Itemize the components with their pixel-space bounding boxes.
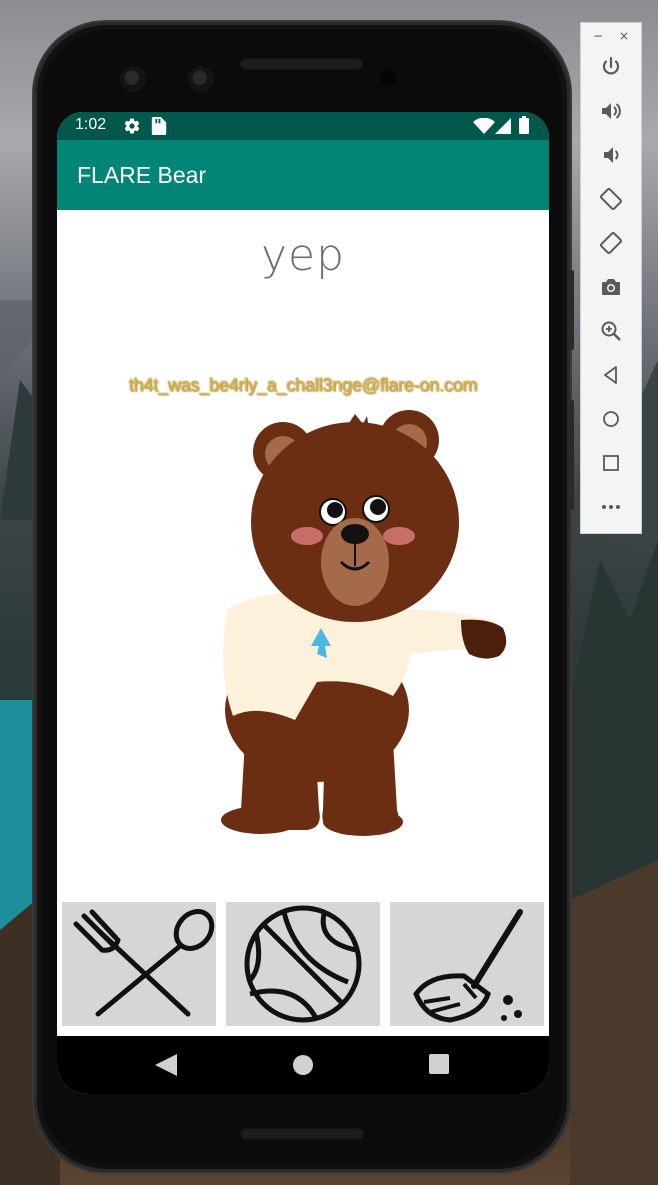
volume-up-icon[interactable]: [599, 99, 623, 123]
phone-screen: 1:02 FLARE Bear yep th4t_was_be4rly_a_ch…: [57, 112, 549, 1094]
sd-card-icon: [151, 117, 167, 135]
settings-gear-icon: [124, 118, 140, 134]
earpiece-speaker: [240, 58, 364, 70]
clean-button[interactable]: [390, 902, 544, 1026]
emulator-toolbar: − ×: [580, 22, 642, 534]
status-time: 1:02: [75, 116, 107, 133]
proximity-sensor: [380, 70, 396, 86]
navigation-bar: [57, 1036, 549, 1094]
nav-overview-icon[interactable]: [429, 1054, 449, 1074]
rotate-right-icon[interactable]: [599, 231, 623, 255]
flag-text: th4t_was_be4rly_a_chall3nge@flare-on.com: [128, 375, 478, 395]
front-camera-right: [188, 66, 214, 92]
back-icon[interactable]: [599, 363, 623, 387]
camera-icon[interactable]: [599, 275, 623, 299]
feed-button[interactable]: [62, 902, 216, 1026]
play-button[interactable]: [226, 902, 380, 1026]
power-side-button: [570, 270, 574, 350]
overview-icon[interactable]: [599, 451, 623, 475]
rotate-left-icon[interactable]: [599, 187, 623, 211]
action-buttons: [57, 900, 549, 1030]
minimize-button[interactable]: −: [593, 29, 603, 43]
nav-home-icon[interactable]: [292, 1054, 314, 1076]
zoom-icon[interactable]: [599, 319, 623, 343]
bear-illustration[interactable]: [197, 410, 507, 840]
home-icon[interactable]: [599, 407, 623, 431]
close-window-button[interactable]: ×: [619, 29, 629, 43]
wifi-icon: [473, 118, 495, 134]
battery-icon: [519, 116, 529, 134]
fork-spoon-icon: [73, 909, 215, 1017]
front-camera-left: [120, 66, 146, 92]
bear-nose: [341, 524, 369, 544]
volume-down-icon[interactable]: [599, 143, 623, 167]
app-bar: FLARE Bear: [57, 140, 549, 210]
broom-icon: [413, 909, 523, 1023]
bottom-speaker: [240, 1128, 364, 1140]
volume-side-button: [570, 400, 574, 510]
reaction-text: yep: [260, 230, 346, 281]
status-bar: 1:02: [57, 112, 549, 140]
cell-signal-icon: [495, 118, 511, 134]
more-icon[interactable]: [599, 495, 623, 519]
power-icon[interactable]: [599, 55, 623, 79]
nav-back-icon[interactable]: [155, 1054, 177, 1076]
app-title: FLARE Bear: [77, 162, 207, 188]
bear-paw: [461, 619, 507, 659]
basketball-icon: [244, 905, 362, 1023]
